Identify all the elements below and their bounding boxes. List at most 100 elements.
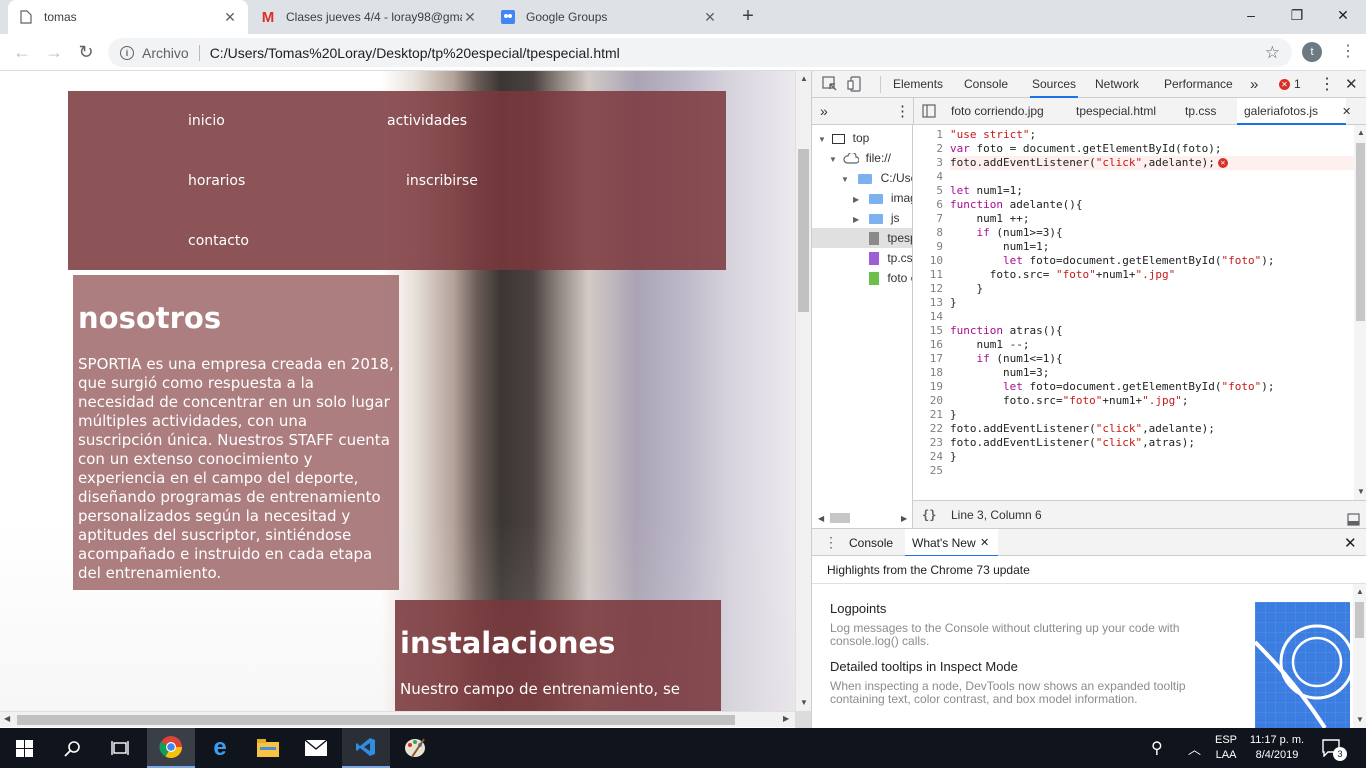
close-tab-icon[interactable]: ✕ (702, 9, 718, 26)
scrollbar-thumb[interactable] (798, 149, 809, 312)
code-line[interactable]: function atras(){ (950, 324, 1063, 338)
taskbar-paint[interactable] (391, 728, 439, 768)
code-line[interactable]: let num1=1; (950, 184, 1023, 198)
nav-link-horarios[interactable]: horarios (188, 173, 245, 189)
code-line[interactable]: foto.addEventListener("click",adelante); (950, 422, 1215, 436)
start-button[interactable] (0, 728, 48, 768)
file-tab-tp-css[interactable]: tp.css (1185, 98, 1216, 125)
scroll-up-icon[interactable]: ▲ (1356, 587, 1364, 596)
close-file-tab-icon[interactable]: ✕ (1342, 105, 1351, 118)
scroll-right-icon[interactable]: ▶ (901, 514, 907, 523)
forward-button[interactable]: → (42, 40, 66, 64)
drawer-tab-console[interactable]: Console (849, 529, 893, 557)
tree-node-foto[interactable]: foto c (869, 268, 912, 288)
clock[interactable]: 11:17 p. m. 8/4/2019 (1249, 728, 1305, 768)
code-line[interactable]: num1 --; (950, 338, 1029, 352)
line-number[interactable]: 16 (913, 338, 943, 352)
code-line[interactable]: let foto=document.getElementById("foto")… (950, 380, 1275, 394)
feature-title[interactable]: Logpoints (830, 601, 886, 616)
line-number[interactable]: 3 (913, 156, 943, 170)
tab-performance[interactable]: Performance (1164, 71, 1233, 98)
page-horizontal-scrollbar[interactable]: ◀ ▶ (0, 711, 795, 727)
line-number[interactable]: 14 (913, 310, 943, 324)
close-drawer-icon[interactable]: ✕ (1344, 534, 1357, 552)
scroll-left-icon[interactable]: ◀ (4, 714, 10, 723)
code-line[interactable]: foto.src="foto"+num1+".jpg"; (950, 394, 1189, 408)
tab-network[interactable]: Network (1095, 71, 1139, 98)
tree-node-folder[interactable]: ▼ C:/User (841, 168, 912, 188)
minimize-button[interactable]: – (1228, 0, 1274, 30)
scroll-down-icon[interactable]: ▼ (1356, 715, 1364, 724)
nav-link-inscribirse[interactable]: inscribirse (406, 173, 478, 189)
nav-link-actividades[interactable]: actividades (387, 113, 467, 129)
line-number[interactable]: 19 (913, 380, 943, 394)
tab-console[interactable]: Console (964, 71, 1008, 98)
line-number[interactable]: 23 (913, 436, 943, 450)
taskbar-mail[interactable] (292, 728, 340, 768)
profile-avatar[interactable]: t (1302, 42, 1322, 62)
code-line[interactable]: } (950, 282, 983, 296)
browser-menu-icon[interactable]: ⋮ (1340, 42, 1356, 62)
task-view-button[interactable] (96, 728, 144, 768)
action-center-button[interactable]: 3 (1322, 728, 1347, 768)
scrollbar-thumb[interactable] (17, 715, 735, 725)
scrollbar-thumb[interactable] (830, 513, 850, 523)
show-navigator-icon[interactable]: » (820, 98, 828, 125)
error-icon[interactable]: ✕ (1279, 79, 1290, 90)
code-line[interactable]: "use strict"; (950, 128, 1036, 142)
more-tabs-icon[interactable]: » (1250, 71, 1258, 98)
line-number[interactable]: 24 (913, 450, 943, 464)
line-number[interactable]: 17 (913, 352, 943, 366)
navigator-menu-icon[interactable]: ⋮ (895, 98, 910, 125)
url-text[interactable]: C:/Users/Tomas%20Loray/Desktop/tp%20espe… (210, 45, 620, 61)
code-line[interactable]: foto.addEventListener("click",adelante);… (950, 156, 1354, 170)
line-number[interactable]: 20 (913, 394, 943, 408)
tree-node-tpespecial[interactable]: tpesp (812, 228, 912, 248)
tab-sources[interactable]: Sources (1030, 71, 1079, 98)
info-icon[interactable]: i (120, 45, 134, 60)
bookmark-star-icon[interactable]: ☆ (1265, 43, 1280, 63)
line-number[interactable]: 2 (913, 142, 943, 156)
scroll-up-icon[interactable]: ▲ (800, 74, 808, 83)
line-number[interactable]: 9 (913, 240, 943, 254)
error-count[interactable]: 1 (1294, 71, 1301, 98)
devtools-menu-icon[interactable]: ⋮ (1319, 71, 1335, 98)
tab-elements[interactable]: Elements (893, 71, 943, 98)
line-number[interactable]: 4 (913, 170, 943, 184)
new-tab-button[interactable]: + (738, 6, 758, 26)
tree-node-top[interactable]: ▼ top (818, 128, 869, 148)
line-number[interactable]: 25 (913, 464, 943, 478)
page-vertical-scrollbar[interactable]: ▲ ▼ (795, 71, 811, 711)
editor-scrollbar[interactable]: ▲ ▼ (1354, 125, 1366, 500)
show-hidden-icons[interactable]: ︿ (1188, 728, 1201, 768)
feature-title[interactable]: Detailed tooltips in Inspect Mode (830, 659, 1018, 674)
code-line[interactable]: num1 ++; (950, 212, 1029, 226)
maximize-button[interactable]: ❐ (1274, 0, 1320, 30)
code-line[interactable]: foto.addEventListener("click",atras); (950, 436, 1195, 450)
file-tab-foto-corriendo[interactable]: foto corriendo.jpg (951, 98, 1044, 125)
nav-link-contacto[interactable]: contacto (188, 233, 249, 249)
pretty-print-button[interactable]: {} (922, 501, 936, 529)
tree-node-imag[interactable]: ▶ imag (853, 188, 912, 208)
line-number[interactable]: 5 (913, 184, 943, 198)
line-number[interactable]: 1 (913, 128, 943, 142)
taskbar-file-explorer[interactable] (244, 728, 292, 768)
line-number[interactable]: 10 (913, 254, 943, 268)
code-line[interactable]: foto.src= "foto"+num1+".jpg" (950, 268, 1175, 282)
language-indicator[interactable]: ESP LAA (1215, 728, 1237, 768)
search-button[interactable] (48, 728, 96, 768)
error-marker-icon[interactable]: ✕ (1217, 158, 1228, 168)
line-number[interactable]: 7 (913, 212, 943, 226)
line-number[interactable]: 21 (913, 408, 943, 422)
tree-node-js[interactable]: ▶ js (853, 208, 900, 228)
taskbar-vscode[interactable] (342, 728, 390, 768)
line-number[interactable]: 6 (913, 198, 943, 212)
code-line[interactable]: } (950, 450, 957, 464)
back-button[interactable]: ← (10, 40, 34, 64)
edge-icon[interactable]: e (196, 728, 244, 768)
toggle-navigator-icon[interactable] (922, 104, 936, 121)
line-number[interactable]: 8 (913, 226, 943, 240)
close-tab-icon[interactable]: ✕ (462, 9, 478, 26)
tree-node-tp-css[interactable]: tp.css (869, 248, 912, 268)
nav-link-inicio[interactable]: inicio (188, 113, 225, 129)
